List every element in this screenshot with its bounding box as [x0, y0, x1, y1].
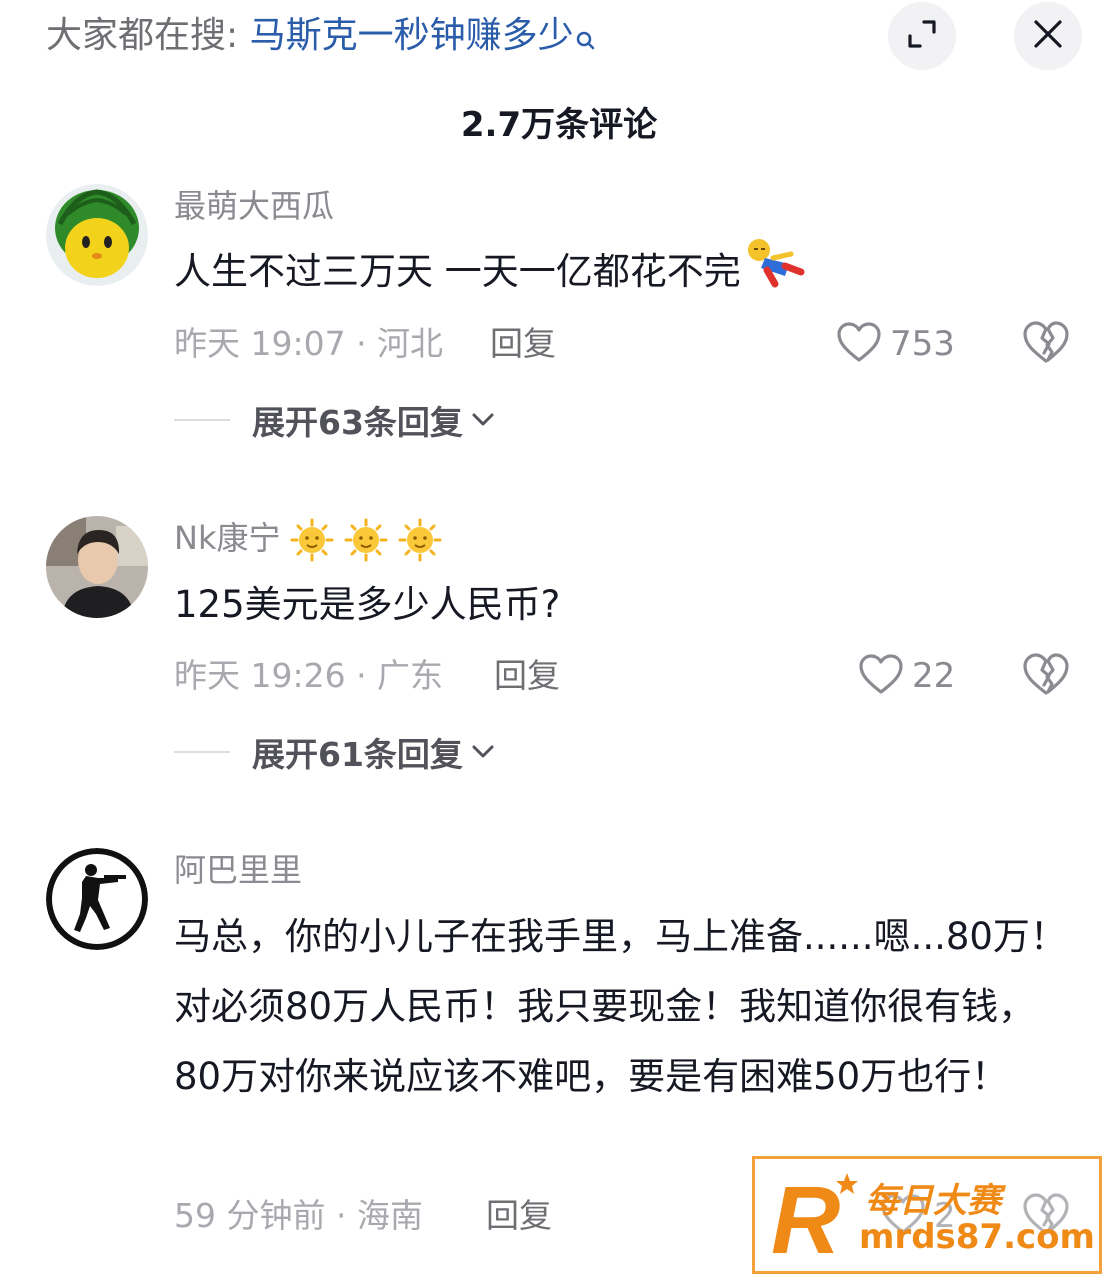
comment-username[interactable]: 最萌大西瓜 — [174, 184, 334, 228]
dislike-button[interactable] — [1022, 652, 1070, 700]
watermark: R 每日大赛 mrds87.com — [752, 1156, 1102, 1274]
svg-text:R: R — [771, 1169, 840, 1265]
reply-button[interactable]: 回复 — [494, 654, 560, 698]
divider-line — [174, 419, 230, 421]
comment-meta: 昨天 19:26 · 广东 — [174, 656, 444, 695]
close-icon — [1032, 18, 1064, 54]
search-suggestion-query[interactable]: 马斯克一秒钟赚多少 — [250, 15, 574, 56]
expand-replies-button[interactable]: 展开61条回复 — [174, 730, 495, 774]
like-count: 753 — [890, 324, 955, 364]
reply-button[interactable]: 回复 — [486, 1194, 552, 1238]
avatar[interactable] — [46, 516, 148, 618]
comment-item: Nk康宁 125美元是多少人民币? 昨天 19:26 · 广东 回复 22 展开… — [0, 512, 1118, 802]
broken-heart-icon — [1022, 321, 1070, 368]
chevron-down-icon — [471, 744, 495, 764]
sun-face-emoji-icon — [344, 518, 388, 562]
comment-username-text: Nk康宁 — [174, 519, 281, 557]
comment-content: 马总，你的小儿子在我手里，马上准备......嗯...80万！对必须80万人民币… — [174, 915, 1067, 1098]
comment-content: 人生不过三万天 一天一亿都花不完 — [174, 236, 1066, 311]
comment-text: 人生不过三万天 一天一亿都花不完 — [174, 250, 741, 293]
person-photo-avatar-icon — [46, 516, 148, 618]
watermark-url: mrds87.com — [859, 1217, 1095, 1257]
top-bar: 大家都在搜: 马斯克一秒钟赚多少 — [0, 0, 1118, 90]
like-button[interactable]: 753 — [836, 320, 955, 368]
reply-button[interactable]: 回复 — [490, 322, 556, 366]
expand-replies-label: 展开61条回复 — [252, 735, 463, 774]
comment-username[interactable]: 阿巴里里 — [174, 848, 302, 892]
watermark-logo: R — [769, 1167, 859, 1274]
expand-replies-label: 展开63条回复 — [252, 403, 463, 442]
comment-content: 125美元是多少人民币? — [174, 583, 561, 626]
like-count: 22 — [912, 656, 956, 696]
expand-icon — [905, 17, 939, 55]
avatar[interactable] — [46, 184, 148, 286]
watermelon-avatar-icon — [46, 184, 148, 286]
expand-button[interactable] — [888, 2, 956, 70]
sun-face-emoji-icon — [290, 518, 334, 562]
search-icon — [576, 18, 596, 66]
dislike-button[interactable] — [1022, 320, 1070, 368]
broken-heart-icon — [1022, 653, 1070, 700]
divider-line — [174, 751, 230, 753]
comment-username[interactable]: Nk康宁 — [174, 516, 442, 562]
comment-item: 最萌大西瓜 人生不过三万天 一天一亿都花不完 昨天 19:07 · 河北 回复 … — [0, 180, 1118, 470]
chevron-down-icon — [471, 412, 495, 432]
avatar[interactable] — [46, 848, 148, 950]
comment-meta: 昨天 19:07 · 河北 — [174, 324, 444, 363]
search-suggestion-prefix: 大家都在搜: — [46, 15, 250, 56]
comment-count-title: 2.7万条评论 — [460, 105, 658, 145]
watermark-title: 每日大赛 — [865, 1181, 1001, 1221]
heart-icon — [836, 321, 882, 367]
close-button[interactable] — [1014, 2, 1082, 70]
expand-replies-button[interactable]: 展开63条回复 — [174, 398, 495, 442]
search-suggestion[interactable]: 大家都在搜: 马斯克一秒钟赚多少 — [46, 12, 596, 66]
comment-meta: 59 分钟前 · 海南 — [174, 1196, 423, 1235]
lying-down-emoji-icon — [745, 236, 807, 311]
sun-face-emoji-icon — [398, 518, 442, 562]
soldier-silhouette-avatar-icon — [46, 848, 148, 950]
like-button[interactable]: 22 — [858, 652, 955, 700]
heart-icon — [858, 653, 904, 699]
